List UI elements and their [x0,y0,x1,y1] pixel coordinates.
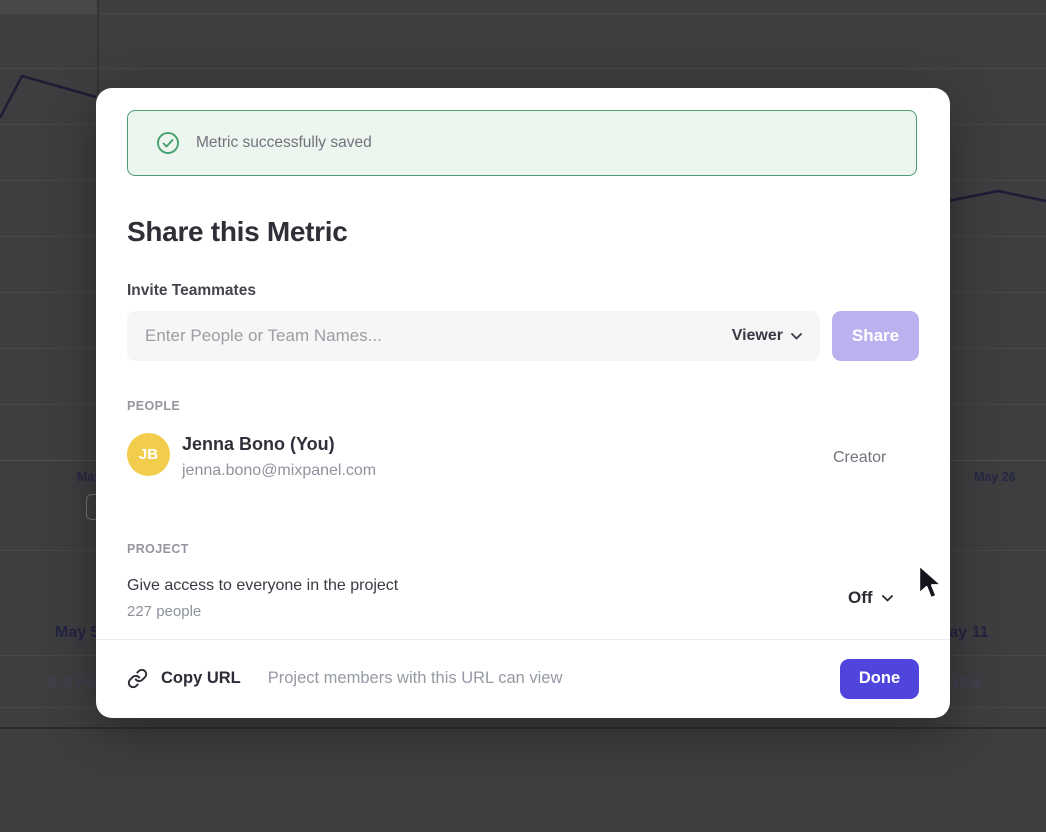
check-circle-icon [156,131,180,155]
chevron-down-icon [882,595,893,602]
role-dropdown[interactable]: Viewer [732,327,802,345]
invite-teammates-label: Invite Teammates [127,282,256,300]
chevron-down-icon [791,333,802,340]
role-dropdown-value: Viewer [732,327,783,345]
bg-axis-tick-label: May 26 [974,470,1016,484]
bg-table-date: May 5 [55,624,99,642]
invite-input[interactable] [145,326,720,346]
copy-url-label: Copy URL [161,669,241,688]
person-role-label: Creator [833,449,886,467]
bg-table-value: 5.57% [48,675,100,691]
project-member-count: 227 people [127,603,201,620]
copy-url-button[interactable]: Copy URL [127,668,241,689]
people-section-label: PEOPLE [127,399,180,413]
done-button[interactable]: Done [840,659,919,699]
screen: May May 26 May 5 May 11 5.57% 35% Metric… [0,0,1046,832]
success-banner: Metric successfully saved [127,110,917,176]
share-metric-dialog: Metric successfully saved Share this Met… [96,88,950,718]
share-button[interactable]: Share [832,311,919,361]
person-email: jenna.bono@mixpanel.com [182,462,376,480]
invite-row: Viewer Share [127,311,919,361]
bg-table-value: 35% [950,675,983,691]
success-banner-message: Metric successfully saved [196,134,372,152]
footer-hint-text: Project members with this URL can view [268,669,563,688]
project-access-dropdown-value: Off [848,588,873,608]
link-icon [127,668,148,689]
dialog-footer: Copy URL Project members with this URL c… [96,640,950,717]
person-name: Jenna Bono (You) [182,434,335,455]
project-access-description: Give access to everyone in the project [127,577,398,595]
mouse-cursor-icon [916,563,944,608]
dialog-title: Share this Metric [127,216,348,248]
project-access-dropdown[interactable]: Off [848,588,893,608]
invite-field[interactable]: Viewer [127,311,820,361]
project-section-label: PROJECT [127,542,189,556]
avatar: JB [127,433,170,476]
